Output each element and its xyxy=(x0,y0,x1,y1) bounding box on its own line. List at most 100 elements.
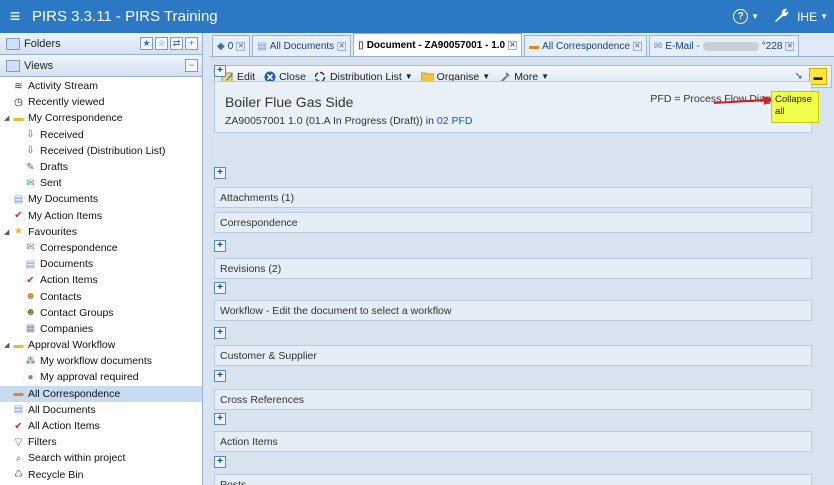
expand-section-icon[interactable]: + xyxy=(214,456,226,468)
add-icon[interactable]: + xyxy=(185,37,198,50)
tab-strip: ◆ 0 ✕ ▤ All Documents ✕ ▯ Document - ZA90057001… xyxy=(210,33,834,57)
received-dist-icon: ⇩ xyxy=(26,145,35,157)
tab-close-icon[interactable]: ✕ xyxy=(236,41,246,51)
section-title: Workflow - Edit the document to select a… xyxy=(220,304,452,317)
folders-header[interactable]: Folders ★ ☆ ⇄ + xyxy=(0,33,202,55)
tab-close-icon[interactable]: ✕ xyxy=(337,41,347,51)
folder-link[interactable]: 02 PFD xyxy=(437,115,473,127)
section-title: Customer & Supplier xyxy=(220,349,317,362)
views-item-label: My Correspondence xyxy=(28,112,123,125)
document-title: Boiler Flue Gas Side xyxy=(225,94,354,110)
views-item-action-items[interactable]: ✔ Action Items xyxy=(0,272,202,288)
views-item-documents[interactable]: ▤ Documents xyxy=(0,256,202,272)
red-arrow-icon xyxy=(713,96,774,105)
views-item-my-documents[interactable]: ▤ My Documents xyxy=(0,191,202,207)
expand-section-icon[interactable]: + xyxy=(214,413,226,425)
tab-label-suffix: °228 xyxy=(761,40,783,52)
favourite-star-outline-icon[interactable]: ☆ xyxy=(155,37,168,50)
expand-section-icon[interactable]: + xyxy=(214,167,226,179)
views-item-activity-stream[interactable]: ≋ Activity Stream xyxy=(0,78,202,94)
section-posts[interactable]: Posts xyxy=(214,474,812,485)
views-item-label: My Action Items xyxy=(28,209,103,222)
views-icon xyxy=(6,59,20,72)
favourite-star-icon[interactable]: ★ xyxy=(140,37,153,50)
section-action-items[interactable]: Action Items xyxy=(214,431,812,452)
views-item-filters[interactable]: ▽ Filters xyxy=(0,434,202,450)
section-workflow-edit-the-document-to-select-a-workflow[interactable]: Workflow - Edit the document to select a… xyxy=(214,300,812,321)
views-item-drafts[interactable]: ✎ Drafts xyxy=(0,159,202,175)
section-attachments-1[interactable]: Attachments (1) xyxy=(214,187,812,208)
tab-close-icon[interactable]: ✕ xyxy=(508,40,518,50)
views-tree: ≋ Activity Stream ◷ Recently viewed ◢ ▬ My Cor… xyxy=(0,77,202,485)
help-menu[interactable]: ? ▼ xyxy=(733,9,759,24)
wrench-icon[interactable] xyxy=(773,7,789,26)
views-item-all-documents[interactable]: ▤ All Documents xyxy=(0,402,202,418)
section-revisions-2[interactable]: Revisions (2) xyxy=(214,258,812,279)
views-item-all-action-items[interactable]: ✔ All Action Items xyxy=(0,418,202,434)
views-item-label: Sent xyxy=(40,177,62,190)
views-item-my-action-items[interactable]: ✔ My Action Items xyxy=(0,208,202,224)
chevron-down-icon: ▼ xyxy=(482,72,491,81)
documents-icon: ▤ xyxy=(257,40,267,52)
section-customer-supplier[interactable]: Customer & Supplier xyxy=(214,345,812,366)
recycle-icon: ♺ xyxy=(14,469,23,481)
user-menu[interactable]: IHE ▼ xyxy=(797,10,828,24)
views-item-received[interactable]: ⇩ Received xyxy=(0,127,202,143)
company-icon: ▦ xyxy=(25,323,36,335)
expand-toggle-icon[interactable]: ◢ xyxy=(4,114,12,122)
views-item-favourites[interactable]: ◢ ★ Favourites xyxy=(0,224,202,240)
tab-close-icon[interactable]: ✕ xyxy=(785,41,795,51)
views-item-all-correspondence[interactable]: ▬ All Correspondence xyxy=(0,385,202,402)
views-item-label: Recently viewed xyxy=(28,96,105,109)
expand-section-icon[interactable]: + xyxy=(214,370,226,382)
section-title: Correspondence xyxy=(220,216,298,229)
views-item-contacts[interactable]: ☻ Contacts xyxy=(0,288,202,304)
views-item-label: Drafts xyxy=(40,161,69,174)
views-item-label: All Documents xyxy=(28,403,96,416)
expand-section-icon[interactable]: + xyxy=(214,282,226,294)
section-correspondence[interactable]: Correspondence xyxy=(214,212,812,233)
views-item-companies[interactable]: ▦ Companies xyxy=(0,321,202,337)
tab-close-icon[interactable]: ✕ xyxy=(632,41,642,51)
views-item-sent[interactable]: ✉ Sent xyxy=(0,175,202,191)
back-icon: ◆ xyxy=(217,40,225,52)
documents-icon: ▤ xyxy=(13,404,24,416)
views-item-recently-viewed[interactable]: ◷ Recently viewed xyxy=(0,94,202,110)
draft-icon: ✎ xyxy=(26,161,35,173)
tab-all-correspondence[interactable]: ▬ All Correspondence ✕ xyxy=(524,35,647,56)
tab-e-mail[interactable]: ✉ E-Mail - °228 ✕ xyxy=(648,35,800,56)
views-label: Views xyxy=(24,59,54,72)
views-item-my-workflow-documents[interactable]: ⁂ My workflow documents xyxy=(0,353,202,369)
hamburger-menu-icon[interactable]: ≡ xyxy=(0,0,30,33)
section-cross-references[interactable]: Cross References xyxy=(214,389,812,410)
correspondence-icon: ▬ xyxy=(13,388,24,400)
expand-toggle-icon[interactable]: ◢ xyxy=(4,341,12,349)
views-item-label: Correspondence xyxy=(40,241,118,254)
expand-section-icon[interactable]: + xyxy=(214,240,226,252)
views-item-search-within-project[interactable]: ⌕ Search within project xyxy=(0,450,202,466)
views-item-correspondence[interactable]: ✉ Correspondence xyxy=(0,240,202,256)
expand-section-icon[interactable]: + xyxy=(214,65,226,77)
views-item-recycle-bin[interactable]: ♺ Recycle Bin xyxy=(0,467,202,483)
tab-document-za90057001-1-0[interactable]: ▯ Document - ZA90057001 - 1.0 ✕ xyxy=(353,33,523,56)
views-item-my-approval-required[interactable]: ● My approval required xyxy=(0,369,202,385)
activity-icon: ≋ xyxy=(14,80,23,92)
action-icon: ✔ xyxy=(14,210,23,222)
tab-all-documents[interactable]: ▤ All Documents ✕ xyxy=(252,35,352,56)
views-item-my-correspondence[interactable]: ◢ ▬ My Correspondence xyxy=(0,110,202,126)
views-item-label: Search within project xyxy=(28,452,126,465)
tab-label: Document - ZA90057001 - 1.0 xyxy=(366,39,506,51)
tab-back[interactable]: ◆ 0 ✕ xyxy=(212,35,251,56)
expand-toggle-icon[interactable]: ◢ xyxy=(4,228,12,236)
section-title: Revisions (2) xyxy=(220,262,282,275)
views-item-contact-groups[interactable]: ☻ Contact Groups xyxy=(0,305,202,321)
collapse-views-icon[interactable]: − xyxy=(185,59,198,72)
views-item-received-distribution-list[interactable]: ⇩ Received (Distribution List) xyxy=(0,143,202,159)
splitter[interactable] xyxy=(203,33,210,485)
approval-icon: ● xyxy=(27,371,34,383)
views-header[interactable]: Views − xyxy=(0,55,202,77)
document-icon: ▯ xyxy=(358,39,364,51)
views-item-approval-workflow[interactable]: ◢ ▬ Approval Workflow xyxy=(0,337,202,353)
refresh-icon[interactable]: ⇄ xyxy=(170,37,183,50)
expand-section-icon[interactable]: + xyxy=(214,327,226,339)
